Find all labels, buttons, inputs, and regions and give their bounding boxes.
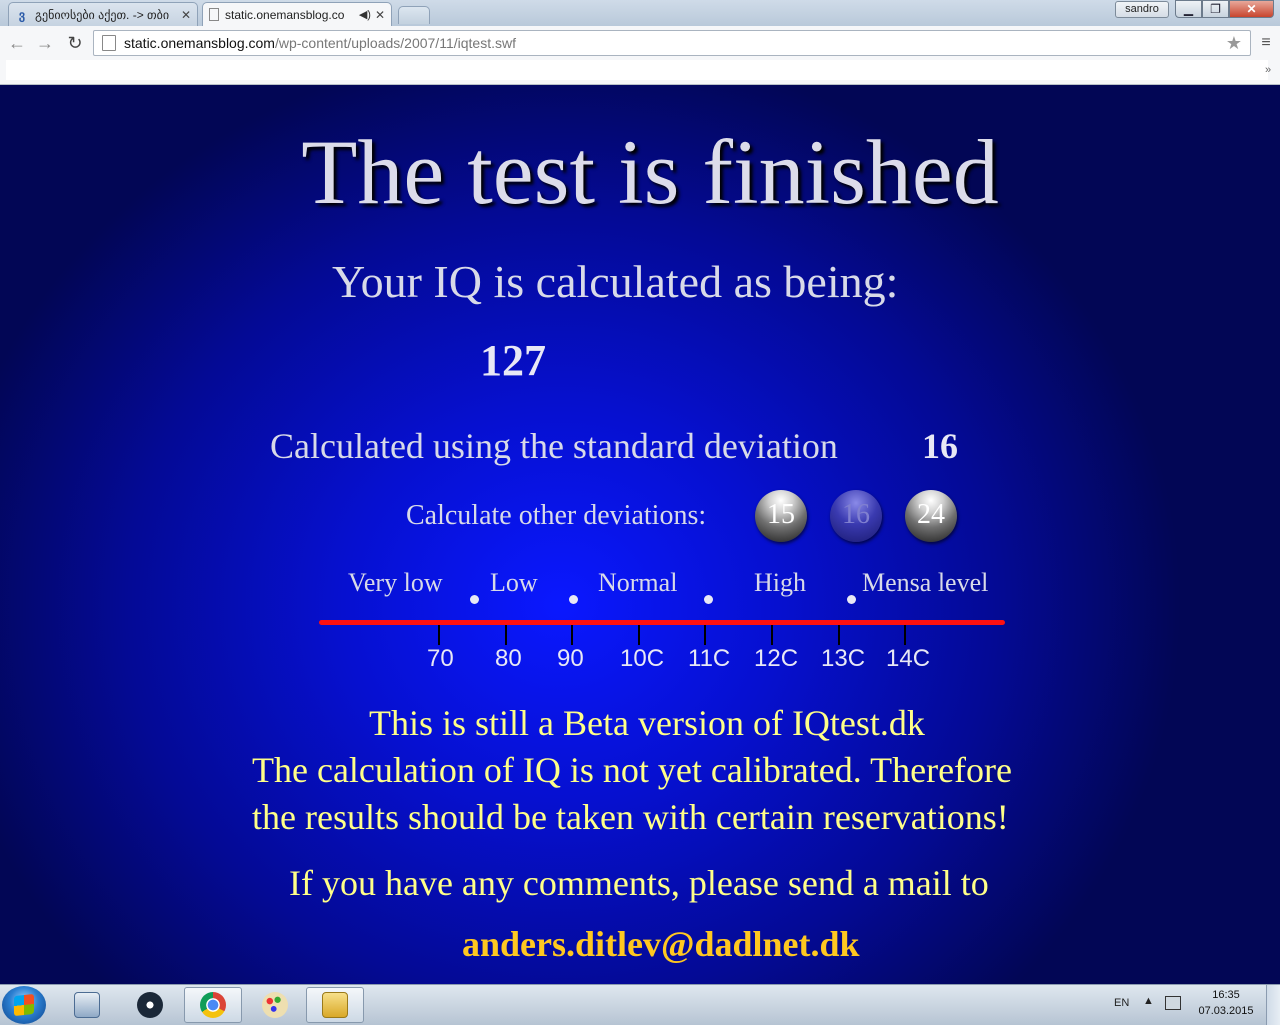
tab-inactive[interactable]: ვ გენიოსები აქეთ. -> თბი ✕	[8, 2, 198, 26]
scale-tick	[638, 625, 640, 645]
tab-title: static.onemansblog.co	[225, 7, 345, 22]
close-window-button[interactable]: ✕	[1229, 0, 1274, 18]
bookmarks-area	[6, 60, 1268, 80]
forward-icon[interactable]: →	[34, 32, 56, 54]
range-label-low: Low	[490, 568, 538, 597]
calculator-icon	[74, 992, 100, 1018]
mail-note: If you have any comments, please send a …	[289, 863, 989, 903]
url-path: /wp-content/uploads/2007/11/iqtest.swf	[274, 35, 516, 51]
scale-tick	[838, 625, 840, 645]
page-icon	[209, 8, 219, 21]
steam-taskbar-button[interactable]	[121, 987, 179, 1023]
scale-tick-label: 70	[427, 645, 454, 672]
sd-label: Calculated using the standard deviation	[270, 426, 838, 466]
page-icon	[102, 35, 116, 51]
speaker-icon: ◀)	[358, 9, 371, 21]
tab-title: გენიოსები აქეთ. -> თბი	[35, 7, 170, 22]
scale-tick	[438, 625, 440, 645]
other-deviations-label: Calculate other deviations:	[406, 500, 707, 531]
scale-tick-label: 10C	[620, 645, 665, 672]
folder-icon	[322, 992, 348, 1018]
clock-time[interactable]: 16:35	[1196, 989, 1256, 1001]
browser-toolbar: ← → ↻ static.onemansblog.com/wp-content/…	[0, 26, 1280, 60]
new-tab-button[interactable]	[398, 6, 430, 24]
back-icon[interactable]: ←	[6, 32, 28, 54]
bookmark-star-icon[interactable]: ★	[1226, 33, 1242, 54]
clock-date[interactable]: 07.03.2015	[1196, 1005, 1256, 1017]
iq-label: Your IQ is calculated as being:	[332, 256, 899, 307]
bookmarks-overflow-icon[interactable]: »	[1265, 64, 1271, 76]
maximize-button[interactable]: ❐	[1202, 0, 1229, 18]
paint-taskbar-button[interactable]	[246, 987, 304, 1023]
tab-strip: ვ გენიოსები აქეთ. -> თბი ✕ static.oneman…	[0, 0, 1280, 26]
tray-expand-icon[interactable]: ▲	[1143, 995, 1154, 1007]
menu-icon[interactable]: ≡	[1256, 32, 1276, 54]
reload-icon[interactable]: ↻	[64, 32, 86, 54]
explorer-taskbar-button[interactable]	[306, 987, 364, 1023]
scale-tick	[571, 625, 573, 645]
scale-tick	[505, 625, 507, 645]
range-divider-dot	[704, 595, 713, 604]
scale-tick-label: 14C	[886, 645, 931, 672]
scale-tick	[704, 625, 706, 645]
range-label-very-low: Very low	[348, 568, 443, 597]
deviation-24-button[interactable]: 24	[905, 490, 957, 542]
range-label-mensa: Mensa level	[862, 568, 989, 597]
scale-tick-label: 80	[495, 645, 522, 672]
close-tab-icon[interactable]: ✕	[181, 8, 191, 22]
beta-notice-line-1: This is still a Beta version of IQtest.d…	[369, 703, 925, 743]
range-divider-dot	[569, 595, 578, 604]
scale-tick-label: 13C	[821, 645, 866, 672]
chrome-taskbar-button[interactable]	[184, 987, 242, 1023]
url-host: static.onemansblog.com	[124, 35, 275, 51]
close-tab-icon[interactable]: ✕	[375, 8, 385, 22]
address-bar[interactable]: static.onemansblog.com/wp-content/upload…	[93, 30, 1251, 56]
deviation-16-button[interactable]: 16	[830, 490, 882, 542]
network-icon[interactable]	[1165, 996, 1181, 1010]
chrome-icon	[200, 992, 226, 1018]
profile-button[interactable]: sandro	[1115, 1, 1169, 18]
bookmark-icon: ვ	[18, 7, 26, 22]
paint-icon	[262, 992, 288, 1018]
scale-tick	[771, 625, 773, 645]
beta-notice-line-2: The calculation of IQ is not yet calibra…	[252, 750, 1013, 790]
range-divider-dot	[847, 595, 856, 604]
windows-logo-icon	[14, 993, 34, 1017]
range-label-normal: Normal	[598, 568, 678, 597]
show-desktop-button[interactable]	[1266, 985, 1280, 1025]
scale-tick-label: 90	[557, 645, 584, 672]
range-divider-dot	[470, 595, 479, 604]
scale-tick-label: 12C	[754, 645, 799, 672]
range-label-high: High	[754, 568, 806, 597]
flash-content[interactable]: The test is finished Your IQ is calculat…	[0, 85, 1280, 984]
sd-value: 16	[922, 426, 958, 466]
start-button[interactable]	[2, 986, 46, 1024]
calculator-taskbar-button[interactable]	[58, 987, 116, 1023]
steam-icon	[137, 992, 163, 1018]
taskbar: EN ▲ 16:35 07.03.2015	[0, 984, 1280, 1025]
iq-scale-line	[319, 620, 1005, 625]
minimize-button[interactable]: ▁	[1175, 0, 1202, 18]
email-link[interactable]: anders.ditlev@dadlnet.dk	[462, 923, 860, 965]
scale-tick-label: 11C	[688, 645, 731, 672]
scale-tick	[904, 625, 906, 645]
tab-active[interactable]: static.onemansblog.co ◀) ✕	[202, 2, 392, 26]
language-indicator[interactable]: EN	[1114, 997, 1129, 1009]
iq-value: 127	[480, 336, 546, 385]
headline: The test is finished	[301, 121, 999, 223]
deviation-15-button[interactable]: 15	[755, 490, 807, 542]
bookmarks-bar: »	[0, 60, 1280, 85]
beta-notice-line-3: the results should be taken with certain…	[252, 797, 1009, 837]
